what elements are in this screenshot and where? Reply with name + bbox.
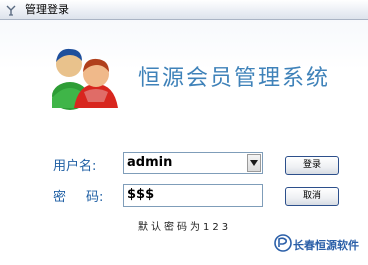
company-name: 长春恒源软件 [293, 239, 359, 252]
users-icon [52, 48, 118, 110]
login-form: 用户名: admin 密 码: $$$ 登录 取消 默认密码为123 长春恒源软件 [0, 130, 368, 265]
username-dropdown-button[interactable] [247, 154, 261, 172]
cancel-button[interactable]: 取消 [285, 187, 339, 206]
app-icon [6, 5, 16, 16]
username-value: admin [127, 155, 173, 170]
password-field[interactable]: $$$ [123, 184, 263, 207]
company-logo-icon [274, 234, 292, 252]
app-name-title: 恒源会员管理系统 [138, 66, 331, 91]
chevron-down-icon [250, 160, 258, 166]
username-label: 用户名: [53, 159, 97, 174]
title-bar[interactable]: 管理登录 [0, 0, 368, 20]
login-window: 管理登录 恒源会员管理系统 用户名: admin 密 码: $$$ 登录 取消 默… [0, 0, 368, 265]
window-title: 管理登录 [25, 3, 69, 16]
password-label-first: 密 [53, 190, 67, 205]
password-value: $$$ [127, 187, 155, 202]
password-label-second: 码: [86, 190, 104, 205]
username-combobox[interactable]: admin [123, 152, 263, 174]
login-button[interactable]: 登录 [285, 156, 339, 175]
password-label: 密 码: [53, 186, 103, 205]
default-password-hint: 默认密码为123 [138, 222, 232, 233]
header-banner: 恒源会员管理系统 [0, 20, 368, 130]
